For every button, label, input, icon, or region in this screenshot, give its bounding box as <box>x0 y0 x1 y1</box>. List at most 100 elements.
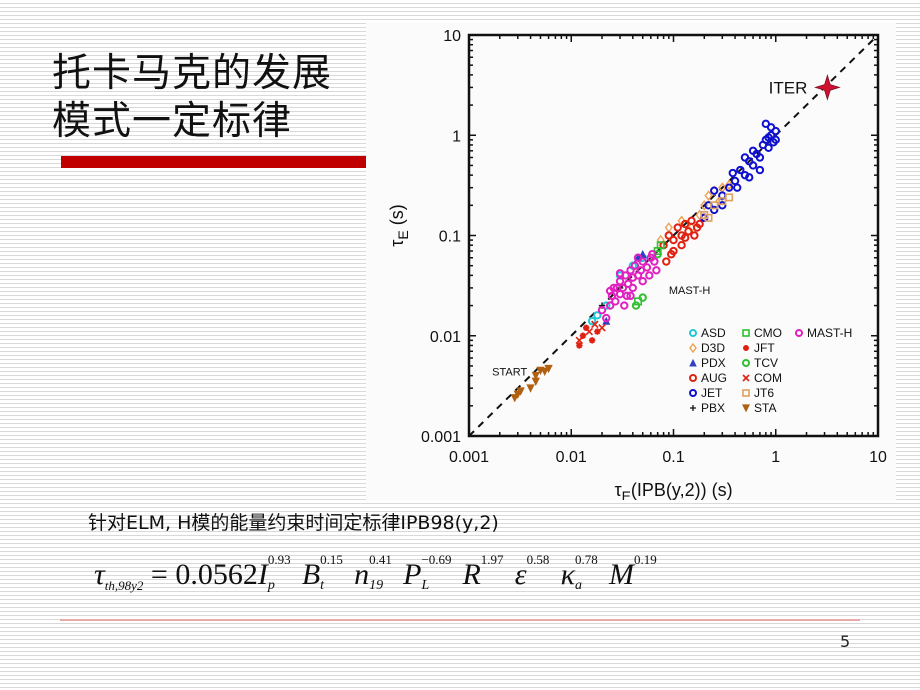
page-number: 5 <box>840 632 851 651</box>
data-point-aug <box>662 257 671 266</box>
data-point-d3d <box>664 222 673 233</box>
data-point-tcv <box>631 301 641 310</box>
formula-term-base: κ <box>560 558 576 591</box>
data-point-sta <box>526 384 535 393</box>
data-point-jet <box>755 165 765 175</box>
legend-marker-sta <box>742 404 750 413</box>
formula-term-exponent: 0.58 <box>526 552 550 567</box>
slide-title: 托卡马克的发展 模式一定标律 <box>52 50 372 146</box>
data-point-mast-h <box>642 263 652 272</box>
slide-title-line-1: 托卡马克的发展 <box>52 51 333 96</box>
data-point-mast-h <box>628 283 638 293</box>
y-axis-title: τE (s) <box>387 204 411 246</box>
legend-marker-cmo <box>742 329 750 337</box>
legend-label-pdx: PDX <box>701 356 726 370</box>
formula-term-exponent: 0.93 <box>267 552 291 567</box>
scaling-chart: 0.001 0.01 0.1 1 10 0.001 0.01 0.1 1 10 τE(IPB(y,2… <box>366 22 896 500</box>
formula-term-base: I <box>257 558 268 591</box>
x-tick-label: 0.1 <box>662 449 684 466</box>
formula-term-subscript: a <box>575 578 583 593</box>
data-point-mast-h <box>630 261 640 270</box>
data-point-mast-h <box>650 257 659 266</box>
formula-term-subscript: p <box>267 578 275 593</box>
data-point-jt6 <box>725 193 734 202</box>
formula-lhs-subscript: th,98y2 <box>104 578 144 593</box>
formula-lhs-symbol: τ <box>94 558 105 591</box>
data-point-mast-h <box>605 286 615 296</box>
legend-label-jft: JFT <box>754 341 775 355</box>
formula-term-base: B <box>301 558 321 591</box>
data-point-aug <box>677 241 686 250</box>
legend-marker-pbx <box>690 405 696 411</box>
data-point-mast-h <box>638 277 647 286</box>
data-point-jet <box>745 173 754 182</box>
legend-marker-jt6 <box>742 389 750 397</box>
annotation-iter: ITER <box>769 78 808 97</box>
data-point-jet <box>724 183 734 192</box>
formula-term-exponent: 0.41 <box>369 552 392 567</box>
x-tick-label: 0.01 <box>556 449 587 466</box>
formula-term: R 1.97 <box>462 552 510 591</box>
data-point-jet <box>740 153 750 162</box>
legend-marker-jft <box>743 345 749 351</box>
y-tick-label: 0.01 <box>430 329 461 346</box>
data-point-mast-h <box>597 305 607 315</box>
data-point-mast-h <box>615 269 625 278</box>
formula-term-subscript: t <box>320 578 325 593</box>
data-point-mast-h <box>652 266 661 275</box>
data-point-aug <box>669 235 678 245</box>
formula-term: B 0.15 t <box>301 552 350 593</box>
formula-term-exponent: 0.15 <box>320 552 343 567</box>
data-point-jet <box>730 176 740 186</box>
formula-term-exponent: 0.19 <box>634 552 657 567</box>
annotation-mast-h: MAST-H <box>669 285 711 297</box>
formula-coefficient: 0.0562 <box>175 558 258 591</box>
footer-divider <box>60 619 860 621</box>
x-tick-label: 0.001 <box>449 449 489 466</box>
data-point-mast-h <box>620 301 629 310</box>
data-point-jet <box>709 186 719 195</box>
chart-svg: 0.001 0.01 0.1 1 10 0.001 0.01 0.1 1 10 τE(IPB(y,2… <box>387 28 887 500</box>
legend-label-aug: AUG <box>701 371 727 385</box>
formula-term-base: M <box>609 558 635 591</box>
scaling-law-caption: 针对ELM, H模的能量约束时间定标律IPB98(y,2) <box>88 512 499 534</box>
legend-label-d3d: D3D <box>701 341 725 355</box>
legend-label-jet: JET <box>701 386 723 400</box>
formula-term-base: P <box>403 558 422 591</box>
data-point-com <box>598 324 606 332</box>
reference-line-y-equals-x <box>468 34 879 437</box>
annotation-start: START <box>492 367 527 379</box>
formula-term-base: ε <box>514 558 527 591</box>
legend-label-sta: STA <box>754 401 776 415</box>
data-point-jet <box>709 205 719 215</box>
data-point-jet <box>755 153 765 162</box>
formula-term-subscript: L <box>421 578 430 593</box>
formula-term-exponent: −0.69 <box>421 552 452 567</box>
legend-marker-com <box>742 374 750 382</box>
y-tick-label: 10 <box>443 28 461 45</box>
data-point-jet <box>761 119 771 129</box>
y-tick-label: 0.1 <box>439 229 461 246</box>
formula-term: ε 0.58 <box>514 552 557 591</box>
formula-term-base: n <box>354 558 370 591</box>
legend-marker-mast-h <box>795 329 803 337</box>
legend-label-asd: ASD <box>701 326 726 340</box>
formula-equals: = <box>150 558 168 591</box>
data-point-aug <box>687 216 696 226</box>
legend-marker-aug <box>689 374 697 382</box>
title-accent-bar <box>61 156 366 168</box>
y-tick-label: 1 <box>452 128 461 145</box>
formula-terms: I 0.93 p B 0.15 t n 0.41 19 P −0.69 L R 1.97 ε 0.58 κ 0.7… <box>257 552 668 593</box>
data-point-jet <box>733 183 742 192</box>
formula-term-exponent: 0.78 <box>575 552 598 567</box>
data-point-com <box>585 327 594 336</box>
slide-title-line-2: 模式一定标律 <box>52 99 293 144</box>
legend-marker-pdx <box>689 358 697 367</box>
data-point-mast-h <box>615 277 625 286</box>
formula-term: P −0.69 L <box>403 552 458 593</box>
legend-label-pbx: PBX <box>701 401 725 415</box>
legend-label-com: COM <box>754 371 782 385</box>
scaling-formula: τth,98y2 = 0.0562I 0.93 p B 0.15 t n 0.41 19 P −0.… <box>94 552 668 594</box>
data-point-aug <box>695 219 704 229</box>
data-point-tcv <box>638 293 647 302</box>
